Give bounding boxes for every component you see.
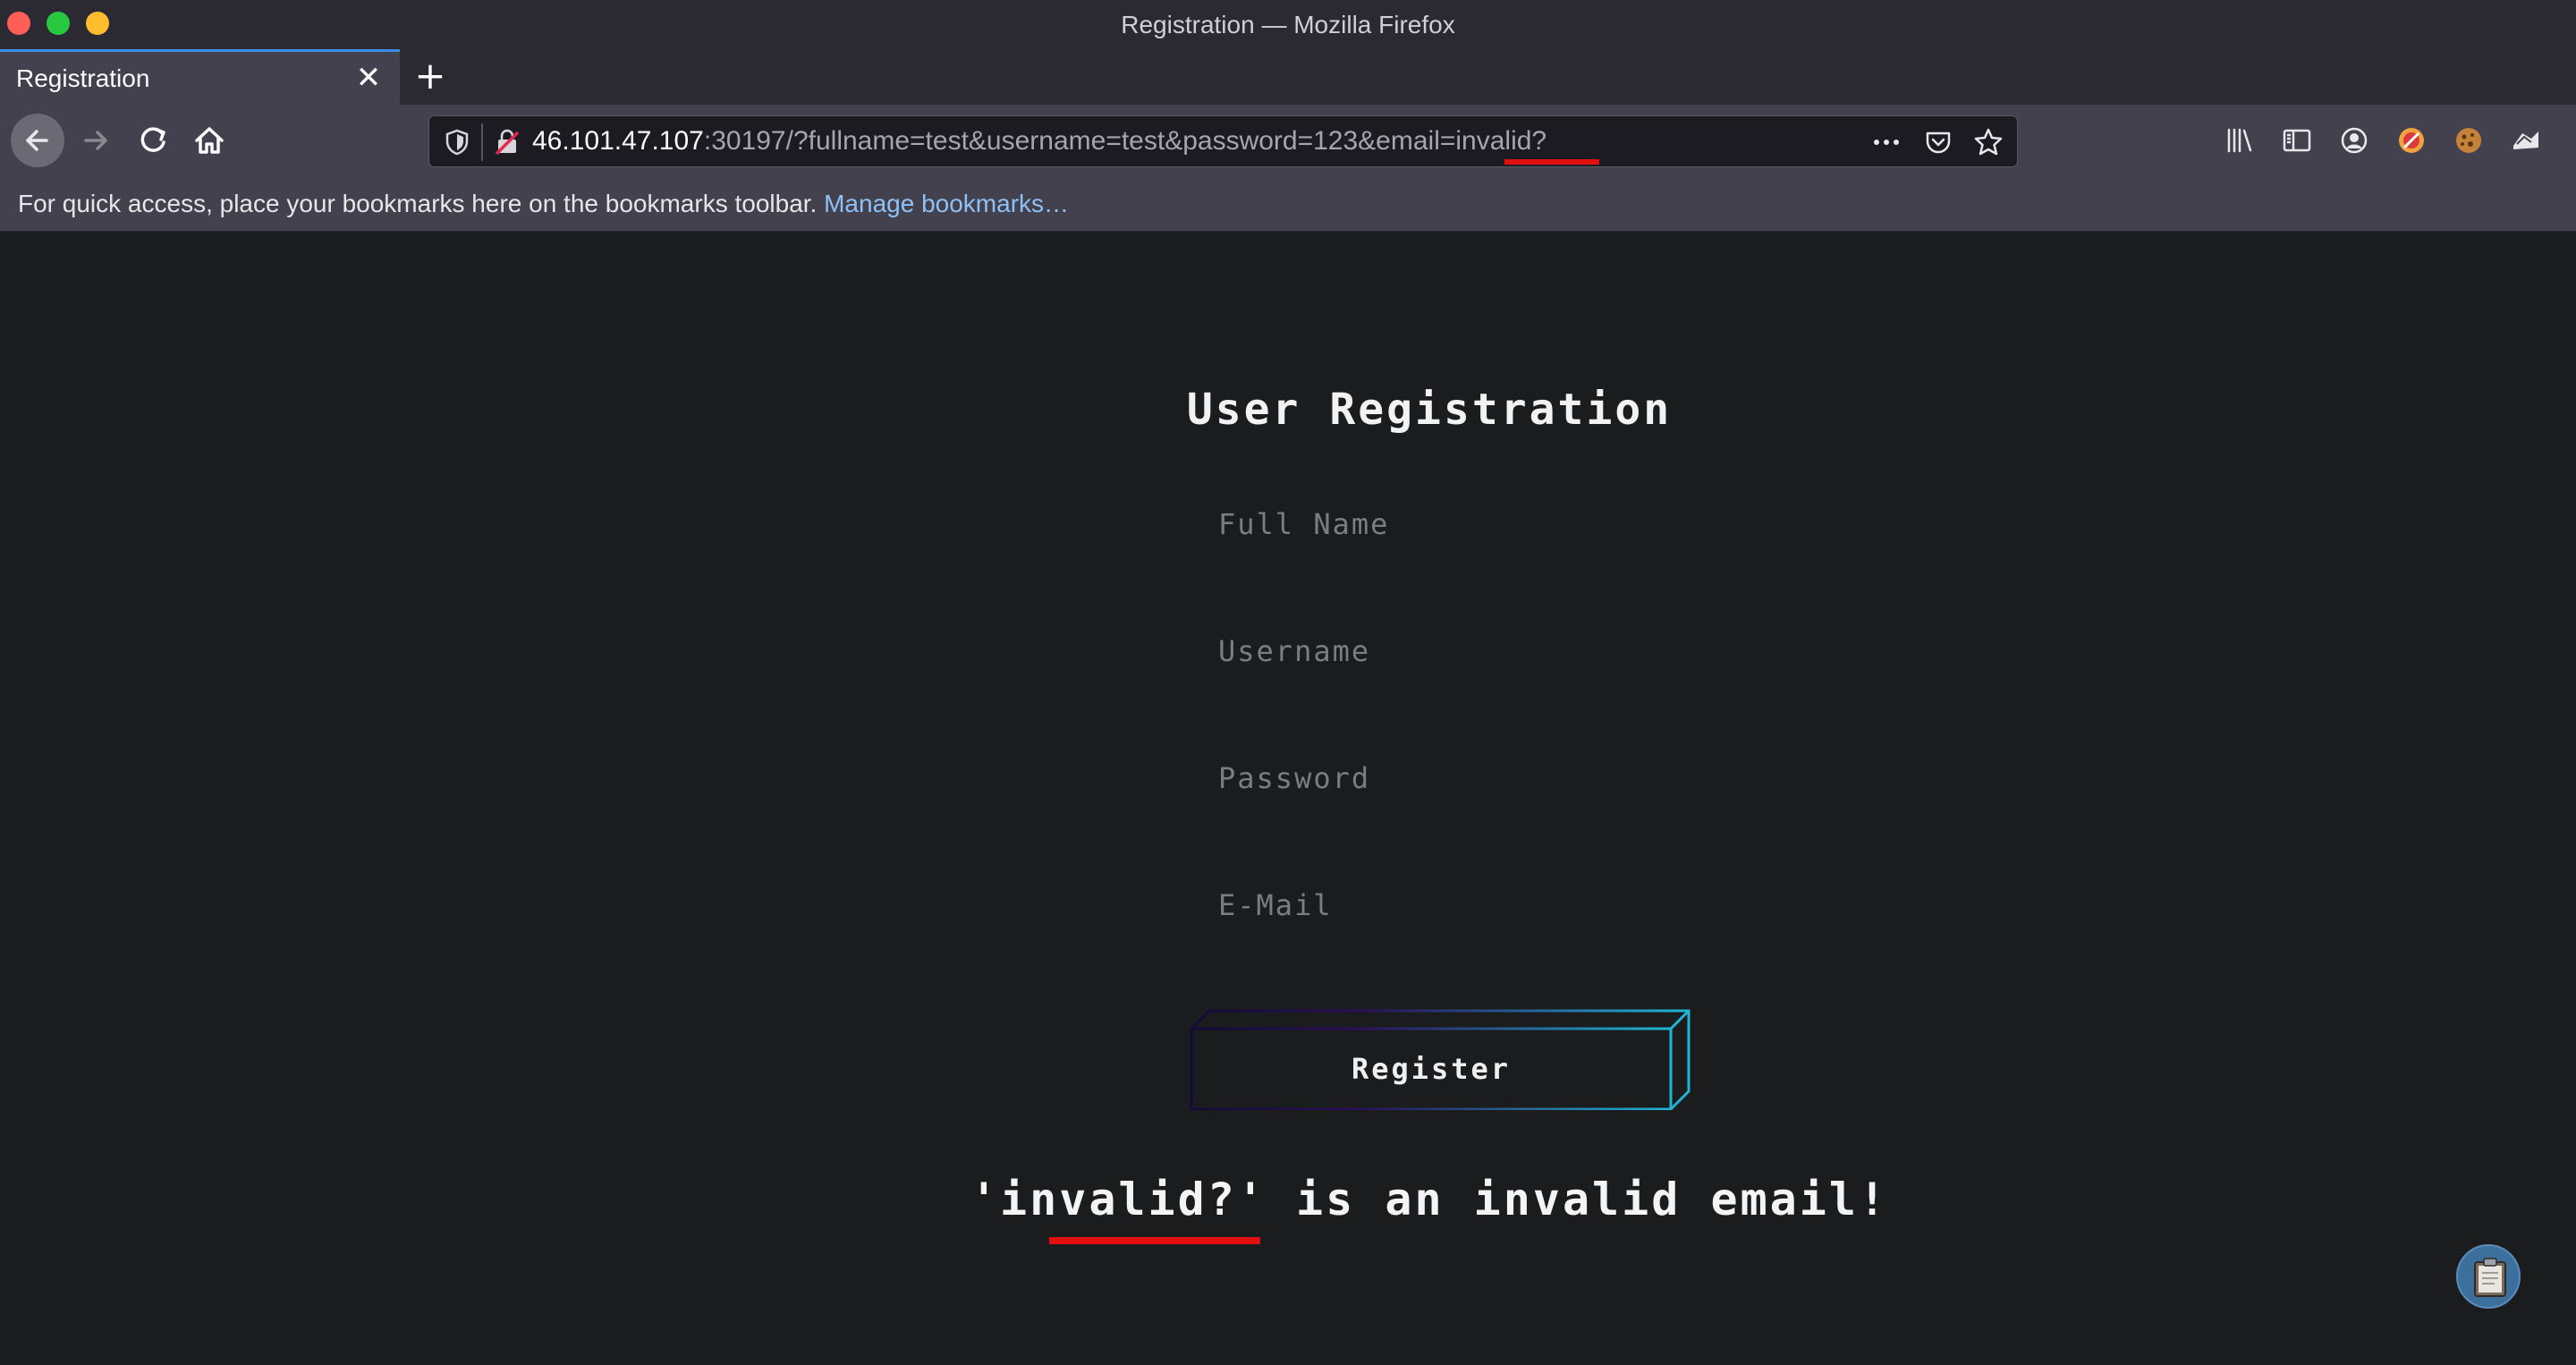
extension-icon[interactable] bbox=[2394, 123, 2429, 158]
shield-icon[interactable] bbox=[442, 127, 472, 157]
address-bar[interactable]: 46.101.47.107:30197/?fullname=test&usern… bbox=[428, 115, 2018, 167]
insecure-lock-icon[interactable] bbox=[492, 127, 522, 157]
back-arrow-icon bbox=[26, 130, 48, 151]
manage-bookmarks-link[interactable]: Manage bookmarks… bbox=[824, 190, 1069, 217]
clipboard-button[interactable] bbox=[2456, 1244, 2521, 1309]
library-icon[interactable] bbox=[2222, 123, 2258, 158]
bookmarks-hint: For quick access, place your bookmarks h… bbox=[18, 176, 1069, 232]
register-button-label: Register bbox=[1351, 1052, 1512, 1086]
page-title: User Registration bbox=[1186, 385, 1673, 435]
tab-close-icon[interactable]: ✕ bbox=[354, 63, 383, 93]
register-button[interactable]: Register bbox=[1190, 1008, 1690, 1110]
error-message: 'invalid?' is an invalid email! bbox=[970, 1174, 1889, 1225]
url-path: :30197/?fullname=test&username=test&pass… bbox=[703, 126, 1547, 156]
forward-button[interactable] bbox=[73, 117, 120, 164]
url-highlight-underline bbox=[1504, 159, 1599, 165]
window-titlebar: Registration — Mozilla Firefox bbox=[0, 0, 2576, 49]
fullname-input[interactable] bbox=[1204, 497, 1624, 551]
new-tab-button[interactable]: + bbox=[413, 57, 447, 95]
more-actions-icon[interactable] bbox=[1869, 127, 1903, 157]
bookmarks-hint-text: For quick access, place your bookmarks h… bbox=[18, 190, 825, 217]
forward-arrow-icon bbox=[84, 131, 107, 150]
clipboard-icon bbox=[2474, 1258, 2506, 1297]
sidebar-icon[interactable] bbox=[2279, 123, 2315, 158]
bookmark-star-icon[interactable] bbox=[1972, 126, 2004, 158]
tab-label: Registration bbox=[16, 64, 150, 92]
account-icon[interactable] bbox=[2336, 123, 2372, 158]
home-icon bbox=[195, 127, 224, 154]
navigation-toolbar: 46.101.47.107:30197/?fullname=test&usern… bbox=[0, 105, 2576, 176]
home-button[interactable] bbox=[186, 117, 233, 164]
extension-icon[interactable] bbox=[2508, 123, 2544, 158]
back-button[interactable] bbox=[11, 114, 64, 167]
url-separator bbox=[481, 123, 483, 161]
page-content: User Registration Register 'invalid?' is… bbox=[0, 233, 2576, 1365]
password-input[interactable] bbox=[1204, 751, 1624, 805]
tab-strip: Registration ✕ + bbox=[0, 49, 2576, 105]
url-host: 46.101.47.107 bbox=[532, 126, 704, 156]
reload-icon bbox=[140, 127, 165, 152]
tab-registration[interactable]: Registration ✕ bbox=[0, 49, 400, 105]
extension-icon[interactable] bbox=[2451, 123, 2487, 158]
bookmarks-toolbar: For quick access, place your bookmarks h… bbox=[0, 176, 2576, 232]
error-highlight-underline bbox=[1049, 1237, 1260, 1244]
window-title: Registration — Mozilla Firefox bbox=[1121, 11, 1455, 38]
pocket-icon[interactable] bbox=[1923, 127, 1953, 157]
url-text[interactable]: 46.101.47.107:30197/?fullname=test&usern… bbox=[532, 116, 1546, 166]
email-input[interactable] bbox=[1204, 878, 1624, 932]
username-input[interactable] bbox=[1204, 624, 1624, 678]
reload-button[interactable] bbox=[130, 117, 176, 164]
